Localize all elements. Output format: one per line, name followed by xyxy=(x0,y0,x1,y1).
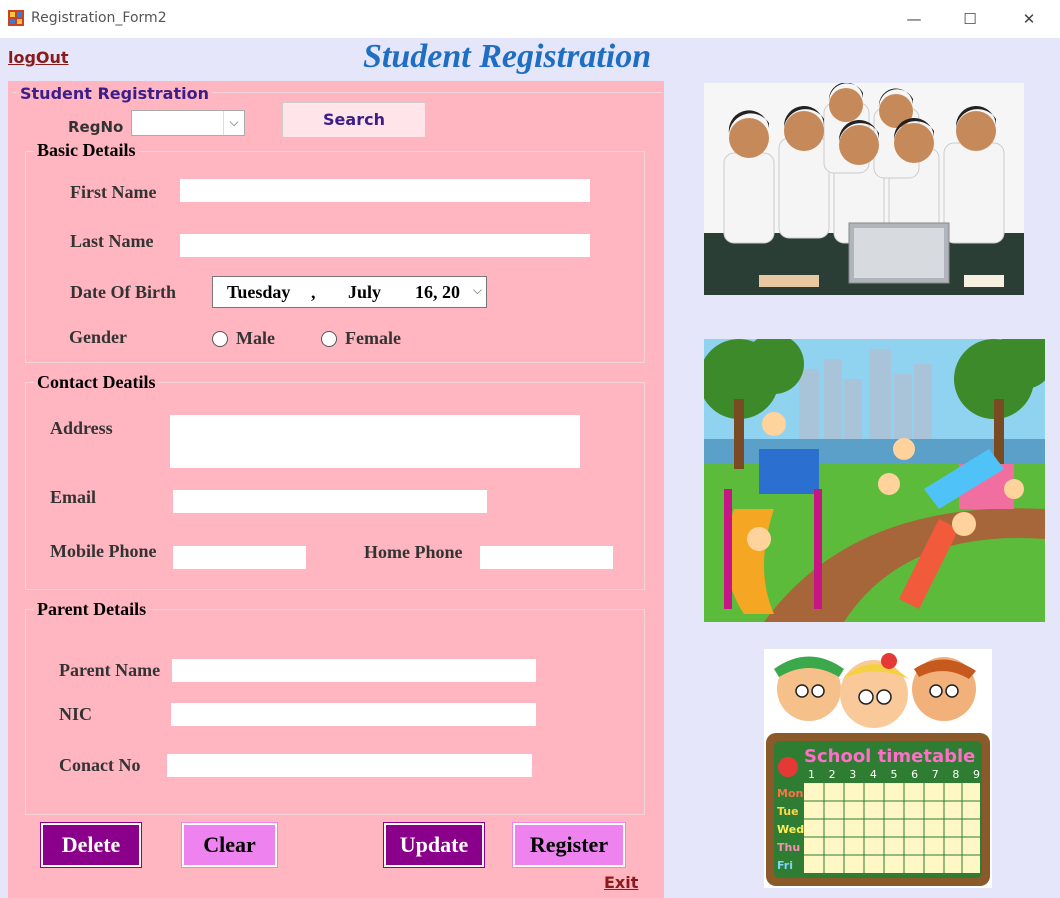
nic-label: NIC xyxy=(59,704,93,724)
home-phone-input[interactable] xyxy=(480,546,613,569)
male-label[interactable]: Male xyxy=(236,328,275,349)
playground-illustration xyxy=(704,339,1045,622)
chevron-down-icon[interactable]: ⌵ xyxy=(223,111,244,135)
timetable-title: School timetable xyxy=(804,746,976,767)
timetable-day: Thu xyxy=(777,841,801,854)
close-button[interactable]: ✕ xyxy=(1017,8,1041,30)
last-name-input[interactable] xyxy=(180,234,590,257)
contact-details-title: Contact Deatils xyxy=(34,372,159,393)
timetable-col: 3 xyxy=(849,768,857,781)
gender-label: Gender xyxy=(69,327,127,347)
dob-label: Date Of Birth xyxy=(70,282,176,302)
timetable-col: 8 xyxy=(952,768,960,781)
female-label[interactable]: Female xyxy=(345,328,401,349)
students-illustration xyxy=(704,83,1024,295)
calendar-dropdown-icon[interactable]: ⌵ xyxy=(473,283,482,298)
mobile-phone-label: Mobile Phone xyxy=(50,541,157,561)
logout-link[interactable]: logOut xyxy=(8,48,69,67)
students-laptop-image xyxy=(704,83,1024,295)
male-radio[interactable] xyxy=(212,331,228,347)
mobile-phone-input[interactable] xyxy=(173,546,306,569)
form-panel: Student Registration RegNo ⌵ Search Basi… xyxy=(8,81,664,898)
address-label: Address xyxy=(50,418,113,438)
female-radio[interactable] xyxy=(321,331,337,347)
maximize-button[interactable]: ☐ xyxy=(958,8,982,30)
student-registration-group-label: Student Registration xyxy=(17,84,212,103)
timetable-col: 9 xyxy=(973,768,980,781)
school-timetable-image: School timetable 1 2 3 4 5 6 7 8 9 Mon T… xyxy=(764,649,992,888)
search-button[interactable]: Search xyxy=(282,102,426,138)
parent-name-input[interactable] xyxy=(172,659,536,682)
regno-combobox[interactable]: ⌵ xyxy=(131,110,245,136)
playground-image xyxy=(704,339,1045,622)
exit-link[interactable]: Exit xyxy=(604,873,638,892)
timetable-col: 5 xyxy=(890,768,898,781)
first-name-label: First Name xyxy=(70,182,157,202)
timetable-day: Fri xyxy=(777,859,794,872)
nic-input[interactable] xyxy=(171,703,536,726)
delete-button[interactable]: Delete xyxy=(40,822,142,868)
timetable-day: Tue xyxy=(777,805,799,818)
timetable-col: 2 xyxy=(828,768,836,781)
dob-date: 16, 20 xyxy=(415,282,460,302)
basic-details-title: Basic Details xyxy=(34,140,139,161)
parent-name-label: Parent Name xyxy=(59,660,161,680)
first-name-input[interactable] xyxy=(180,179,590,202)
home-phone-label: Home Phone xyxy=(364,542,463,562)
minimize-button[interactable]: — xyxy=(902,8,926,30)
contact-no-label: Conact No xyxy=(59,755,141,775)
dob-month: July xyxy=(348,282,382,302)
window-title: Registration_Form2 xyxy=(31,10,167,26)
dob-picker[interactable]: Tuesday , July 16, 20 ⌵ xyxy=(212,276,487,308)
clear-button[interactable]: Clear xyxy=(181,822,278,868)
timetable-columns: 1 2 3 4 5 6 7 8 9 xyxy=(808,768,980,781)
timetable-day: Wed xyxy=(777,823,805,836)
email-label: Email xyxy=(50,487,97,507)
timetable-col: 4 xyxy=(869,768,877,781)
email-input[interactable] xyxy=(173,490,487,513)
address-input[interactable] xyxy=(170,415,580,468)
title-bar: Registration_Form2 — ☐ ✕ xyxy=(0,0,1060,38)
timetable-col: 6 xyxy=(911,768,919,781)
timetable-col: 7 xyxy=(931,768,939,781)
update-button[interactable]: Update xyxy=(383,822,485,868)
contact-no-input[interactable] xyxy=(167,754,532,777)
timetable-day: Mon xyxy=(777,787,804,800)
timetable-col: 1 xyxy=(808,768,815,781)
parent-details-title: Parent Details xyxy=(34,599,150,620)
last-name-label: Last Name xyxy=(70,231,154,251)
app-icon xyxy=(8,10,24,26)
regno-label: RegNo xyxy=(68,118,124,136)
timetable-days: Mon Tue Wed Thu Fri xyxy=(777,785,804,875)
dob-day: Tuesday xyxy=(227,282,291,302)
register-button[interactable]: Register xyxy=(512,822,626,868)
page-title: Student Registration xyxy=(363,38,652,75)
dob-separator: , xyxy=(311,282,316,302)
